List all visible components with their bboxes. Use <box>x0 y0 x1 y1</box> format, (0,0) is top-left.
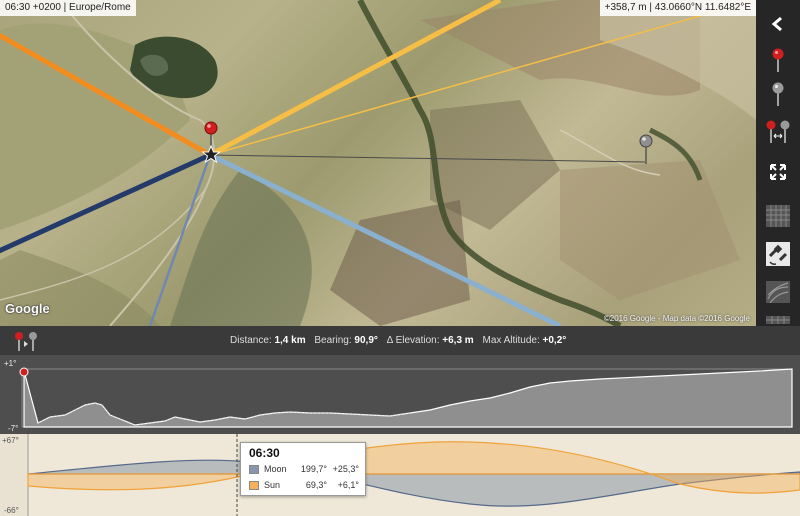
layer-grid-icon[interactable] <box>764 202 792 230</box>
sun-swatch <box>249 481 259 490</box>
tooltip-time: 06:30 <box>249 446 280 460</box>
sun-moon-timeline[interactable]: +67° -66° <box>0 434 800 516</box>
grey-pin-icon[interactable] <box>764 80 792 108</box>
distance-value: 1,4 km <box>274 335 306 346</box>
elevation-label: Δ Elevation: <box>386 335 440 346</box>
tooltip-moon-row: Moon 199,7° +25,3° <box>249 464 361 476</box>
pin-pair-icon[interactable] <box>12 330 40 352</box>
profile-y-top-label: +1° <box>4 359 17 368</box>
expand-icon[interactable] <box>764 158 792 186</box>
target-sight-line <box>209 154 646 163</box>
tooltip-sun-row: Sun 69,3° +6,1° <box>249 480 361 492</box>
profile-y-bottom-label: -7° <box>8 424 19 433</box>
time-tooltip: 06:30 Moon 199,7° +25,3° Sun 69,3° +6,1° <box>240 442 366 496</box>
moon-swatch <box>249 465 259 474</box>
distance-label: Distance: <box>230 335 272 346</box>
target-pin-icon[interactable] <box>637 132 655 166</box>
location-readout: +358,7 m | 43.0660°N 11.6482°E <box>599 0 756 16</box>
collapse-chevron-icon[interactable] <box>764 10 792 38</box>
moon-azimuth: 199,7° <box>300 464 327 474</box>
map-attribution: ©2016 Google - Map data ©2016 Google <box>603 314 750 323</box>
bearing-label: Bearing: <box>314 335 352 346</box>
timeline-y-top-label: +67° <box>2 436 19 445</box>
sun-label: Sun <box>264 480 281 490</box>
observer-marker-icon <box>19 367 29 377</box>
terrain-profile-area <box>23 368 793 428</box>
stats-bar: Distance: 1,4 km Bearing: 90,9° Δ Elevat… <box>0 326 800 355</box>
bearing-value: 90,9° <box>354 335 378 346</box>
max-altitude-value: +0,2° <box>542 335 567 346</box>
elevation-value: +6,3 m <box>442 335 474 346</box>
sun-elevation: +6,1° <box>337 480 359 490</box>
satellite-layer-icon[interactable] <box>764 240 792 268</box>
red-pin-icon[interactable] <box>764 46 792 74</box>
google-logo: Google <box>5 301 50 316</box>
elevation-profile[interactable]: +1° -7° <box>0 355 800 434</box>
max-altitude-label: Max Altitude: <box>482 335 540 346</box>
moon-elevation: +25,3° <box>332 464 359 474</box>
time-zone-readout: 06:30 +0200 | Europe/Rome <box>0 0 136 16</box>
terrain-layer-icon[interactable] <box>764 278 792 306</box>
observer-pin-icon[interactable] <box>200 118 222 168</box>
timeline-y-bottom-label: -66° <box>4 506 19 515</box>
moon-label: Moon <box>264 464 287 474</box>
pin-pair-icon[interactable] <box>764 118 792 146</box>
layer-more-icon[interactable] <box>764 310 792 326</box>
right-toolbar <box>756 0 800 326</box>
stats-readout: Distance: 1,4 km Bearing: 90,9° Δ Elevat… <box>230 326 566 355</box>
map-view[interactable]: 06:30 +0200 | Europe/Rome +358,7 m | 43.… <box>0 0 756 326</box>
sun-azimuth: 69,3° <box>305 480 327 490</box>
